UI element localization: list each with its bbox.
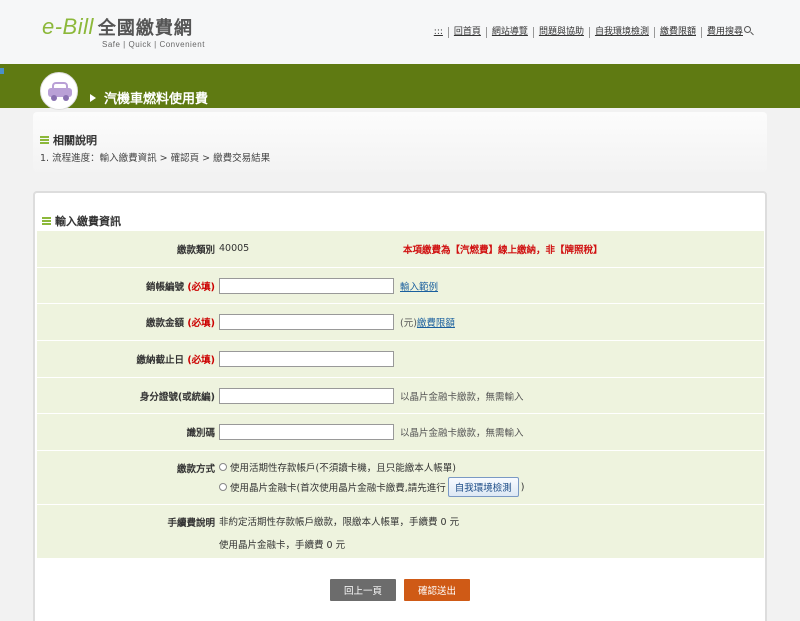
pay-method-options: 使用活期性存款帳戶(不須讀卡機，且只能繳本人帳單) 使用晶片金融卡(首次使用晶片… xyxy=(219,460,525,498)
header: e-Bill 全國繳費網 Safe | Quick | Convenient ::… xyxy=(0,0,800,64)
required-mark: (必填) xyxy=(187,354,215,366)
required-mark: (必填) xyxy=(187,281,215,293)
list-lines-icon xyxy=(42,217,51,225)
radio-chipcard[interactable] xyxy=(219,483,227,492)
nav-fee-search[interactable]: 費用搜尋 xyxy=(700,26,756,38)
id-no-hint: 以晶片金融卡繳款，無需輸入 xyxy=(400,391,524,403)
nav-help[interactable]: 問題與協助 xyxy=(532,27,589,38)
row-pay-type: 繳款類別 40005 本項繳費為【汽燃費】線上繳納，非【牌照稅】 xyxy=(37,231,764,268)
nav-accesskey[interactable]: ::: xyxy=(429,27,448,38)
radio-account[interactable] xyxy=(219,463,227,472)
form-title: 輸入繳費資訊 xyxy=(42,213,121,229)
nav-sitemap[interactable]: 網站導覽 xyxy=(485,27,533,38)
form-buttons: 回上一頁 確認送出 xyxy=(35,579,765,601)
id-code-input[interactable] xyxy=(219,424,394,441)
row-id-code: 識別碼 以晶片金融卡繳款，無需輸入 xyxy=(37,414,764,452)
amount-label: 繳款金額 (必填) xyxy=(37,315,219,329)
pay-type-value: 40005 xyxy=(219,243,250,255)
back-button[interactable]: 回上一頁 xyxy=(330,579,396,601)
due-date-label: 繳納截止日 (必填) xyxy=(37,352,219,366)
due-date-input[interactable] xyxy=(219,350,394,367)
fee-info-label: 手續費說明 xyxy=(167,518,215,530)
amount-unit: (元) xyxy=(400,318,417,330)
logo-text: e-Bill xyxy=(42,14,94,39)
triangle-icon xyxy=(90,93,96,102)
form-rows: 繳款類別 40005 本項繳費為【汽燃費】線上繳納，非【牌照稅】 銷帳編號 (必… xyxy=(37,231,764,560)
list-lines-icon xyxy=(40,136,49,144)
payment-form: 輸入繳費資訊 繳款類別 40005 本項繳費為【汽燃費】線上繳納，非【牌照稅】 … xyxy=(33,191,767,621)
id-no-label: 身分證號(或統編) xyxy=(139,391,215,403)
required-mark: (必填) xyxy=(187,318,215,330)
banner-dot xyxy=(0,68,4,74)
info-title: 相關說明 xyxy=(40,132,97,148)
info-title-text: 相關說明 xyxy=(53,134,97,147)
top-nav: ::: 回首頁 網站導覽 問題與協助 自我環境檢測 繳費限額 費用搜尋 xyxy=(429,26,756,38)
fee-line-chipcard: 使用晶片金融卡，手續費 0 元 xyxy=(219,540,346,552)
fee-info-lines: 非約定活期性存款帳戶繳款，限繳本人帳單，手續費 0 元 使用晶片金融卡，手續費 … xyxy=(219,514,459,551)
form-title-text: 輸入繳費資訊 xyxy=(55,215,121,228)
pay-limit-link[interactable]: 繳費限額 xyxy=(417,315,455,329)
row-amount: 繳款金額 (必填) (元) 繳費限額 xyxy=(37,304,764,342)
fee-line-account: 非約定活期性存款帳戶繳款，限繳本人帳單，手續費 0 元 xyxy=(219,517,460,529)
pay-type-label: 繳款類別 xyxy=(176,244,215,256)
id-no-input[interactable] xyxy=(219,387,394,404)
fuel-fee-notice: 本項繳費為【汽燃費】線上繳納，非【牌照稅】 xyxy=(403,244,603,256)
account-no-label: 銷帳編號 (必填) xyxy=(37,279,219,293)
due-date-field xyxy=(219,350,400,367)
row-id-no: 身分證號(或統編) 以晶片金融卡繳款，無需輸入 xyxy=(37,377,764,415)
env-check-button[interactable]: 自我環境檢測 xyxy=(447,477,519,498)
id-code-hint: 以晶片金融卡繳款，無需輸入 xyxy=(400,428,524,440)
page-title-text: 汽機車燃料使用費 xyxy=(104,92,209,107)
submit-button[interactable]: 確認送出 xyxy=(404,579,470,601)
amount-input[interactable] xyxy=(219,314,394,331)
amount-field: (元) 繳費限額 xyxy=(219,314,455,331)
id-code-field: 以晶片金融卡繳款，無需輸入 xyxy=(219,424,524,441)
search-icon xyxy=(744,26,751,33)
pay-option-chipcard[interactable]: 使用晶片金融卡(首次使用晶片金融卡繳費,請先進行 自我環境檢測 ) xyxy=(219,477,525,498)
row-fee-info: 手續費說明 非約定活期性存款帳戶繳款，限繳本人帳單，手續費 0 元 使用晶片金融… xyxy=(37,505,764,560)
account-no-label-text: 銷帳編號 xyxy=(145,281,184,293)
pay-option-chipcard-text: 使用晶片金融卡(首次使用晶片金融卡繳費,請先進行 xyxy=(230,483,446,495)
nav-env-check[interactable]: 自我環境檢測 xyxy=(588,27,654,38)
car-wheel-right xyxy=(63,95,69,101)
info-panel: 相關說明 1. 流程進度：輸入繳費資訊 > 確認頁 > 繳費交易結果 xyxy=(33,112,767,172)
logo-cn: 全國繳費網 xyxy=(97,18,193,39)
logo-sub: Safe | Quick | Convenient xyxy=(102,40,205,49)
car-wheel-left xyxy=(51,95,57,101)
nav-fee-search-label: 費用搜尋 xyxy=(706,27,743,37)
pay-method-label: 繳款方式 xyxy=(176,464,215,476)
pay-option-account-text: 使用活期性存款帳戶(不須讀卡機，且只能繳本人帳單) xyxy=(230,463,456,475)
ebill-logo[interactable]: e-Bill 全國繳費網 Safe | Quick | Convenient xyxy=(42,14,204,49)
row-due-date: 繳納截止日 (必填) xyxy=(37,341,764,378)
pay-option-chipcard-close: ) xyxy=(520,481,525,493)
id-code-label: 識別碼 xyxy=(186,428,215,440)
id-no-field: 以晶片金融卡繳款，無需輸入 xyxy=(219,387,524,404)
due-date-label-text: 繳納截止日 xyxy=(136,354,184,366)
nav-limit[interactable]: 繳費限額 xyxy=(653,27,701,38)
row-account-no: 銷帳編號 (必填) 輸入範例 xyxy=(37,267,764,305)
nav-home[interactable]: 回首頁 xyxy=(447,27,486,38)
account-no-field: 輸入範例 xyxy=(219,277,438,294)
car-icon xyxy=(40,72,78,110)
input-example-link[interactable]: 輸入範例 xyxy=(400,279,438,293)
process-steps: 1. 流程進度：輸入繳費資訊 > 確認頁 > 繳費交易結果 xyxy=(40,153,271,164)
page-title: 汽機車燃料使用費 xyxy=(90,88,208,107)
amount-label-text: 繳款金額 xyxy=(145,318,184,330)
row-pay-method: 繳款方式 使用活期性存款帳戶(不須讀卡機，且只能繳本人帳單) 使用晶片金融卡(首… xyxy=(37,451,764,506)
pay-option-account[interactable]: 使用活期性存款帳戶(不須讀卡機，且只能繳本人帳單) xyxy=(219,460,524,474)
account-no-input[interactable] xyxy=(219,277,394,294)
